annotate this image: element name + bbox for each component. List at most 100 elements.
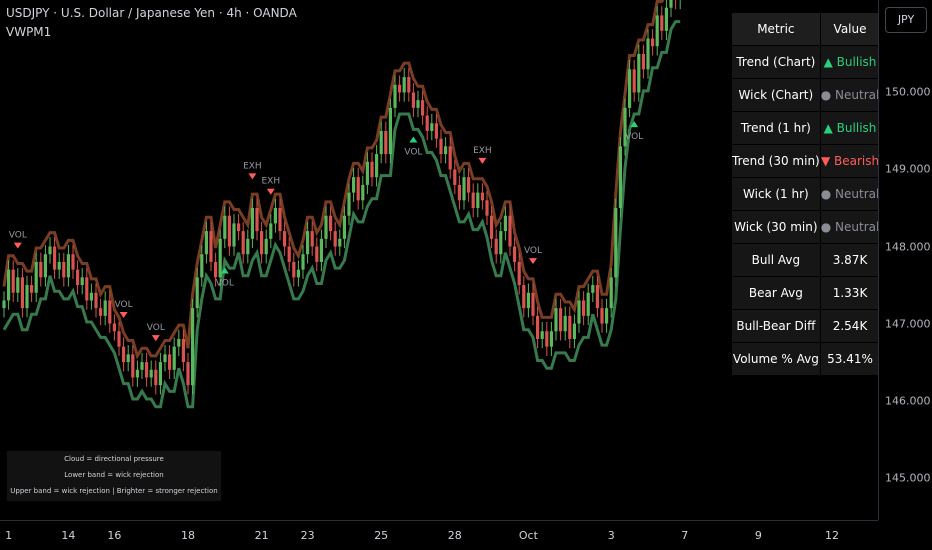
candle-body [416, 100, 420, 108]
candle-body [402, 77, 406, 93]
candle-body [333, 231, 337, 247]
bear-signal-marker [529, 258, 537, 265]
time-axis[interactable]: 1 14 16 18 21 23 25 28 Oct 3 7 9 12 [0, 520, 878, 550]
legend-line-cloud: Cloud = directional pressure [64, 455, 164, 463]
candle-body [227, 215, 231, 247]
candle-body [347, 192, 351, 216]
candle-body [467, 177, 471, 193]
candle-body [310, 231, 314, 247]
candle-body [85, 277, 89, 301]
candle-body [545, 331, 549, 347]
candle-body [287, 246, 291, 262]
candle-body [444, 146, 448, 155]
candle-body [632, 69, 636, 93]
bear-signal-marker [478, 157, 487, 164]
candle-body [43, 254, 47, 278]
candle-body [223, 215, 227, 239]
metrics-row: Wick (1 hr) ● Neutral [732, 178, 880, 210]
candle-body [191, 308, 195, 386]
candle-body [352, 177, 356, 193]
candle-body [600, 308, 604, 324]
bear-signal-marker [266, 188, 275, 195]
candle-body [204, 231, 208, 255]
candle-body [57, 261, 61, 270]
metric-value: 1.33K [820, 277, 880, 309]
candle-body [517, 261, 521, 286]
candle-body [595, 285, 599, 309]
time-tick-label: 9 [754, 529, 762, 542]
candle-body [356, 177, 360, 201]
metrics-row: Trend (1 hr) ▲ Bullish [732, 112, 880, 144]
candle-body [16, 277, 20, 293]
signal-label: VOL [791, 0, 809, 3]
metric-value: 2.54K [820, 310, 880, 342]
candle-body [122, 346, 126, 363]
candle-body [20, 277, 24, 309]
metric-value: 53.41% [820, 343, 880, 375]
metric-name: Trend (30 min) [732, 145, 820, 177]
candle-body [513, 246, 517, 262]
time-tick-label: 25 [374, 529, 389, 542]
metric-header: Metric [732, 13, 820, 45]
candle-body [89, 292, 93, 301]
signal-label: VOL [9, 231, 27, 241]
metric-value: ● Neutral [820, 178, 880, 210]
candle-body [158, 362, 162, 386]
symbol-title[interactable]: USDJPY · U.S. Dollar / Japanese Yen · 4h… [6, 6, 297, 20]
candle-body [549, 331, 553, 347]
metric-name: Wick (30 min) [732, 211, 820, 243]
bull-signal-marker [409, 136, 418, 143]
candle-body [618, 146, 622, 208]
price-tick-label: 145.000 [885, 471, 931, 485]
metrics-row: Wick (Chart) ● Neutral [732, 79, 880, 111]
candle-body [329, 215, 333, 232]
candle-body [342, 215, 346, 239]
time-tick-label: 12 [825, 529, 839, 542]
metric-name: Wick (Chart) [732, 79, 820, 111]
candle-body [62, 261, 66, 278]
candle-body [453, 169, 457, 185]
candle-body [296, 269, 300, 278]
metric-value: ▼ Bearish [820, 145, 880, 177]
time-tick-label: 7 [681, 529, 689, 542]
time-tick-label: 23 [300, 529, 315, 542]
candle-body [531, 292, 535, 316]
candle-body [480, 192, 484, 201]
candle-body [269, 223, 273, 239]
signal-label: VOL [625, 132, 643, 142]
metric-name: Wick (1 hr) [732, 178, 820, 210]
price-tick-label: 149.000 [885, 162, 931, 176]
metric-name: Trend (Chart) [732, 46, 820, 78]
candle-body [209, 231, 213, 262]
candle-body [278, 208, 282, 232]
candle-body [660, 15, 664, 31]
candle-body [582, 300, 586, 316]
candle-body [485, 200, 489, 216]
chart-area[interactable]: VOL VOL VOL VOL EXH EXH VOL EXH VOL VOL EXH EXH VOL V… [0, 0, 881, 520]
candle-body [365, 161, 369, 185]
candle-body [499, 231, 503, 255]
candle-body [655, 15, 659, 47]
price-axis[interactable]: JPY 150.000 149.000 148.000 147.000 146.000 1… [878, 0, 932, 520]
candle-body [264, 238, 268, 255]
candle-body [490, 215, 494, 239]
currency-button[interactable]: JPY [885, 7, 927, 33]
metrics-row: Bear Avg 1.33K [732, 277, 880, 309]
metrics-row: Bull-Bear Diff 2.54K [732, 310, 880, 342]
candle-body [108, 300, 112, 324]
metric-value: ▲ Bullish [820, 46, 880, 78]
candle-body [641, 53, 645, 70]
candle-body [605, 308, 609, 324]
time-tick-label: 3 [607, 529, 615, 542]
candle-body [421, 100, 425, 116]
candle-body [393, 84, 397, 108]
candle-body [425, 115, 429, 131]
candle-body [559, 308, 563, 332]
candle-body [71, 254, 75, 270]
metric-value: ● Neutral [820, 79, 880, 111]
indicator-label[interactable]: VWPM1 [6, 25, 51, 39]
candle-body [646, 38, 650, 70]
candle-body [177, 338, 181, 347]
time-tick-label: 21 [254, 529, 269, 542]
candle-body [315, 246, 319, 262]
